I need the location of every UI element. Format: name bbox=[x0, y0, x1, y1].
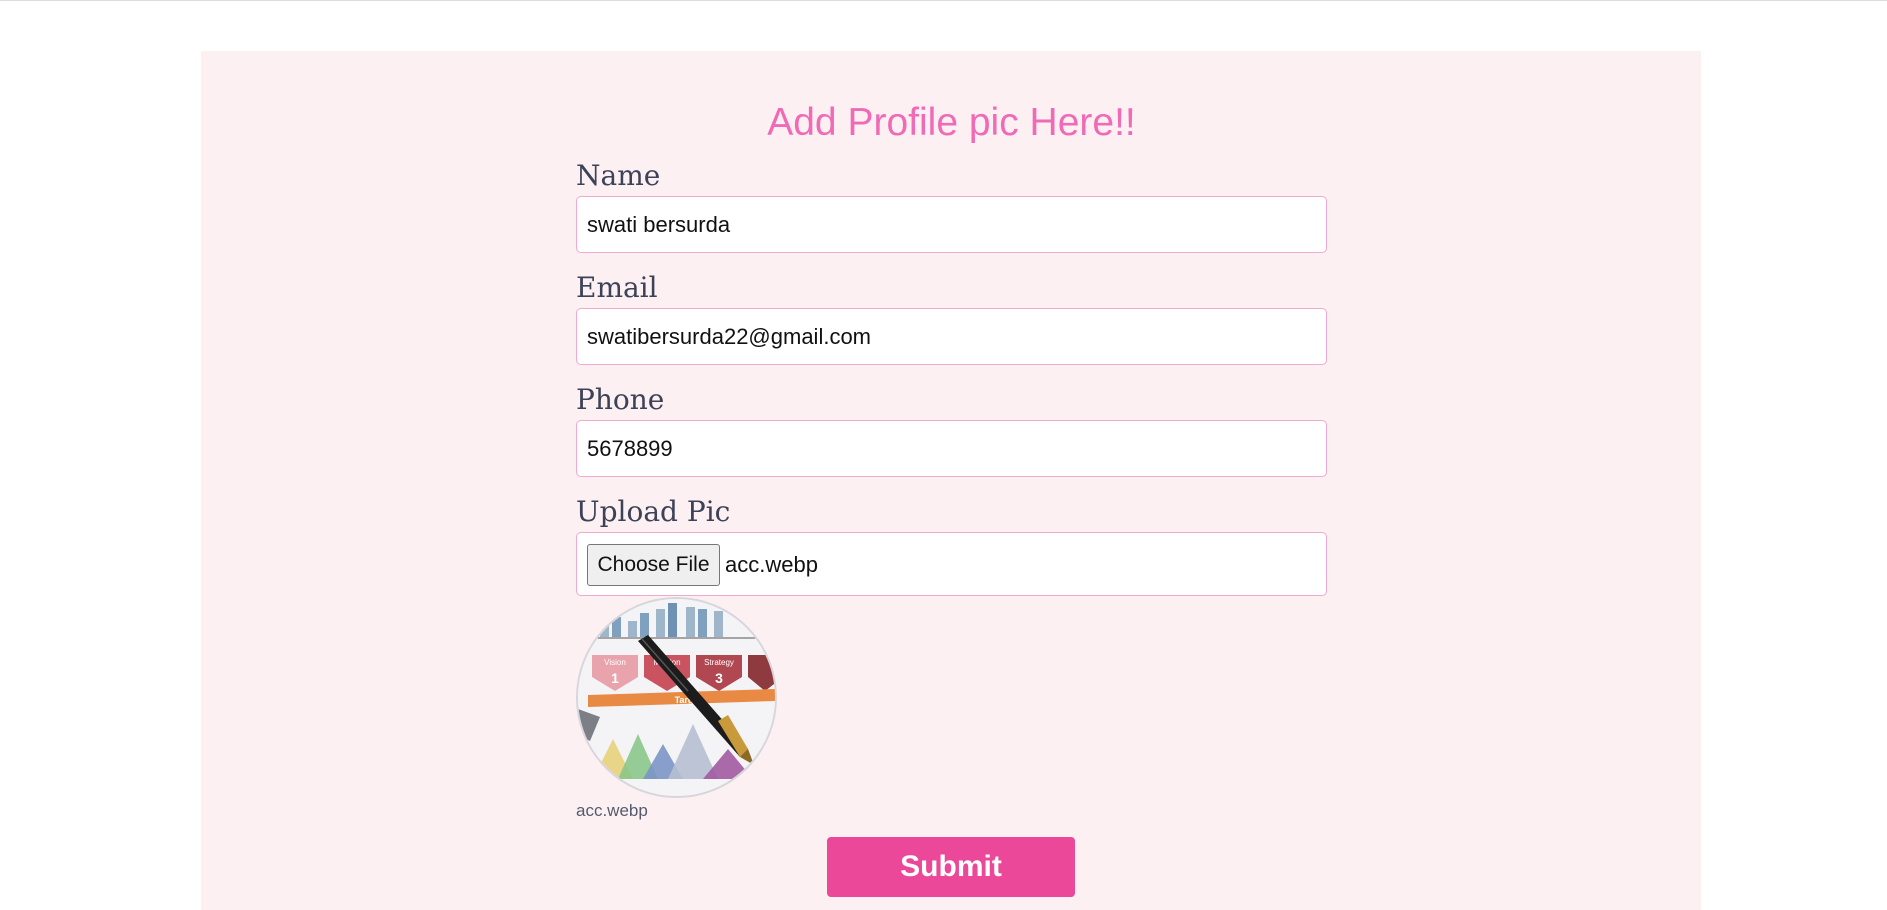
phone-input[interactable] bbox=[577, 421, 1326, 476]
form-title: Add Profile pic Here!! bbox=[767, 101, 1136, 144]
preview-number-three: 3 bbox=[715, 670, 723, 686]
top-divider bbox=[0, 0, 1887, 1]
preview-image: Vision Mission Strategy 1 3 Target bbox=[578, 599, 775, 796]
phone-field-wrapper bbox=[576, 420, 1327, 477]
upload-label: Upload Pic bbox=[576, 495, 731, 528]
email-field-wrapper bbox=[576, 308, 1327, 365]
form-panel: Add Profile pic Here!! Name Email Phone … bbox=[201, 51, 1701, 910]
selected-file-name: acc.webp bbox=[725, 552, 818, 577]
name-input[interactable] bbox=[577, 197, 1326, 252]
choose-file-button[interactable]: Choose File bbox=[587, 544, 720, 586]
profile-pic-preview: Vision Mission Strategy 1 3 Target bbox=[576, 597, 777, 798]
phone-label: Phone bbox=[576, 383, 665, 416]
email-input[interactable] bbox=[577, 309, 1326, 364]
email-label: Email bbox=[576, 271, 658, 304]
name-field-wrapper bbox=[576, 196, 1327, 253]
name-label: Name bbox=[576, 159, 661, 192]
preview-number-one: 1 bbox=[611, 670, 619, 686]
file-input[interactable]: Choose File acc.webp bbox=[576, 532, 1327, 596]
preview-text-vision: Vision bbox=[604, 658, 626, 667]
preview-text-strategy: Strategy bbox=[704, 658, 734, 667]
submit-button[interactable]: Submit bbox=[827, 837, 1075, 897]
preview-caption: acc.webp bbox=[576, 801, 648, 820]
